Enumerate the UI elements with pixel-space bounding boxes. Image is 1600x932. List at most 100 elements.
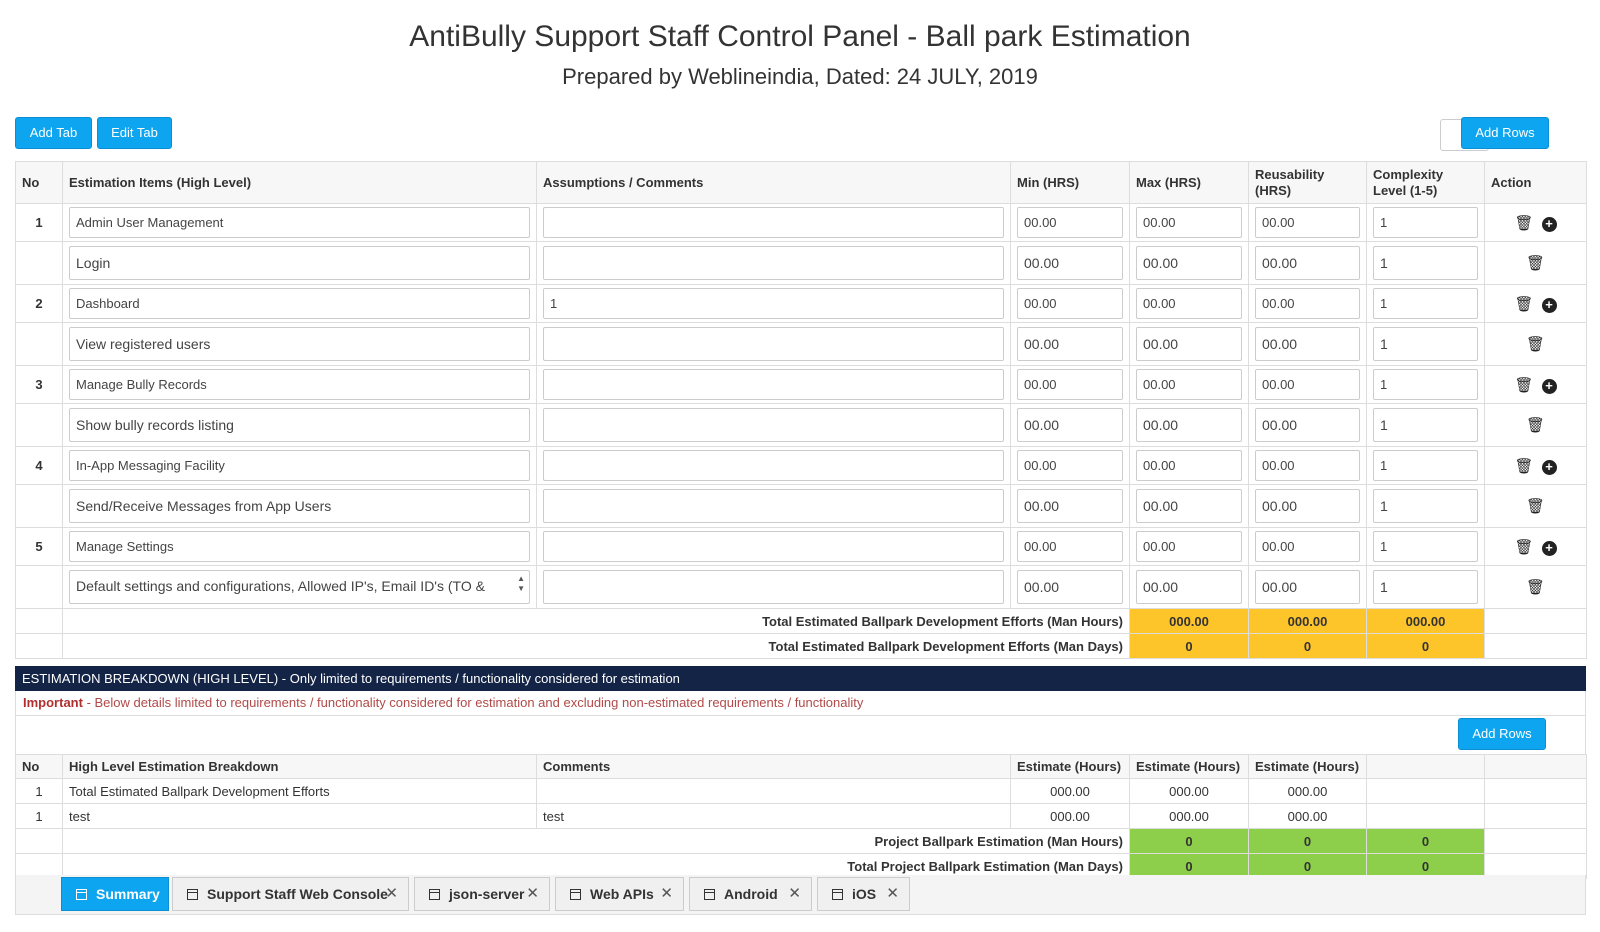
comment-input[interactable] — [543, 327, 1004, 361]
calendar-icon — [570, 889, 581, 900]
tab-web-apis[interactable]: Web APIs ✕ — [555, 877, 684, 911]
min-hours-input[interactable]: 00.00 — [1017, 489, 1123, 523]
estimation-item-input[interactable]: View registered users — [69, 327, 530, 361]
breakdown-add-rows-button[interactable]: Add Rows — [1458, 718, 1546, 750]
complexity-input[interactable]: 1 — [1373, 450, 1478, 481]
add-tab-button[interactable]: Add Tab — [15, 117, 92, 149]
reusability-input[interactable]: 00.00 — [1255, 207, 1360, 238]
reusability-input[interactable]: 00.00 — [1255, 531, 1360, 562]
comment-input[interactable] — [543, 570, 1004, 604]
max-hours-input[interactable]: 00.00 — [1136, 450, 1242, 481]
max-hours-input[interactable]: 00.00 — [1136, 531, 1242, 562]
textarea-scroll-icon[interactable]: ▲ ▼ — [517, 574, 525, 594]
max-hours-input[interactable]: 00.00 — [1136, 570, 1242, 604]
complexity-input[interactable]: 1 — [1373, 369, 1478, 400]
max-hours-input[interactable]: 00.00 — [1136, 369, 1242, 400]
reusability-input[interactable]: 00.00 — [1255, 570, 1360, 604]
max-hours-input[interactable]: 00.00 — [1136, 327, 1242, 361]
estimation-item-input[interactable]: Show bully records listing — [69, 408, 530, 442]
estimation-item-input[interactable]: In-App Messaging Facility — [69, 450, 530, 481]
estimation-item-input[interactable]: Login — [69, 246, 530, 280]
complexity-input[interactable]: 1 — [1373, 489, 1478, 523]
reusability-input[interactable]: 00.00 — [1255, 408, 1360, 442]
reusability-input[interactable]: 00.00 — [1255, 288, 1360, 319]
tab-label: Support Staff Web Console — [207, 886, 388, 902]
min-hours-input[interactable]: 00.00 — [1017, 246, 1123, 280]
close-icon[interactable]: ✕ — [660, 878, 673, 910]
comment-input[interactable] — [543, 531, 1004, 562]
trash-icon[interactable]: 🗑 — [1514, 295, 1533, 313]
complexity-input[interactable]: 1 — [1373, 570, 1478, 604]
reusability-input[interactable]: 00.00 — [1255, 489, 1360, 523]
trash-icon[interactable]: 🗑 — [1514, 376, 1533, 394]
estimation-subrow: Show bully records listing 00.00 00.00 00.0… — [15, 403, 1587, 447]
min-hours-input[interactable]: 00.00 — [1017, 369, 1123, 400]
trash-icon[interactable]: 🗑 — [1514, 538, 1533, 556]
close-icon[interactable]: ✕ — [385, 878, 398, 910]
min-hours-input[interactable]: 00.00 — [1017, 408, 1123, 442]
min-hours-input[interactable]: 00.00 — [1017, 450, 1123, 481]
trash-icon[interactable]: 🗑 — [1514, 214, 1533, 232]
comment-input[interactable] — [543, 207, 1004, 238]
reusability-input[interactable]: 00.00 — [1255, 246, 1360, 280]
plus-circle-icon[interactable]: + — [1541, 216, 1557, 232]
close-icon[interactable]: ✕ — [788, 878, 801, 910]
tab-android[interactable]: Android ✕ — [689, 877, 812, 911]
complexity-input[interactable]: 1 — [1373, 288, 1478, 319]
estimation-header-row: No Estimation Items (High Level) Assumpt… — [15, 161, 1587, 204]
complexity-input[interactable]: 1 — [1373, 327, 1478, 361]
reusability-input[interactable]: 00.00 — [1255, 327, 1360, 361]
comment-input[interactable] — [543, 369, 1004, 400]
max-hours-input[interactable]: 00.00 — [1136, 288, 1242, 319]
bd-estimate-2: 000.00 — [1129, 803, 1249, 829]
reusability-input[interactable]: 00.00 — [1255, 369, 1360, 400]
comment-input[interactable] — [543, 246, 1004, 280]
trash-icon[interactable]: 🗑 — [1526, 254, 1545, 272]
total-min-hours: 000.00 — [1129, 608, 1249, 634]
min-hours-input[interactable]: 00.00 — [1017, 327, 1123, 361]
tab-json-server[interactable]: json-server ✕ — [414, 877, 550, 911]
max-hours-input[interactable]: 00.00 — [1136, 207, 1242, 238]
plus-circle-icon[interactable]: + — [1541, 297, 1557, 313]
tab-ios[interactable]: iOS ✕ — [817, 877, 910, 911]
comment-input[interactable]: 1 — [543, 288, 1004, 319]
min-hours-input[interactable]: 00.00 — [1017, 207, 1123, 238]
estimation-item-input[interactable]: Manage Settings — [69, 531, 530, 562]
row-actions: 🗑 — [1484, 241, 1587, 285]
min-hours-input[interactable]: 00.00 — [1017, 531, 1123, 562]
complexity-input[interactable]: 1 — [1373, 246, 1478, 280]
complexity-input[interactable]: 1 — [1373, 207, 1478, 238]
trash-icon[interactable]: 🗑 — [1526, 497, 1545, 515]
estimation-item-input[interactable]: Send/Receive Messages from App Users — [69, 489, 530, 523]
plus-circle-icon[interactable]: + — [1541, 540, 1557, 556]
bd-estimate-1: 000.00 — [1010, 778, 1130, 804]
comment-input[interactable] — [543, 489, 1004, 523]
trash-icon[interactable]: 🗑 — [1526, 416, 1545, 434]
edit-tab-button[interactable]: Edit Tab — [97, 117, 172, 149]
reusability-input[interactable]: 00.00 — [1255, 450, 1360, 481]
trash-icon[interactable]: 🗑 — [1526, 335, 1545, 353]
plus-circle-icon[interactable]: + — [1541, 378, 1557, 394]
max-hours-input[interactable]: 00.00 — [1136, 246, 1242, 280]
comment-input[interactable] — [543, 450, 1004, 481]
close-icon[interactable]: ✕ — [526, 878, 539, 910]
plus-circle-icon[interactable]: + — [1541, 459, 1557, 475]
max-hours-input[interactable]: 00.00 — [1136, 408, 1242, 442]
estimation-item-input[interactable]: Manage Bully Records — [69, 369, 530, 400]
trash-icon[interactable]: 🗑 — [1514, 457, 1533, 475]
estimation-item-input[interactable]: Admin User Management — [69, 207, 530, 238]
min-hours-input[interactable]: 00.00 — [1017, 288, 1123, 319]
close-icon[interactable]: ✕ — [886, 878, 899, 910]
comment-input[interactable] — [543, 408, 1004, 442]
complexity-input[interactable]: 1 — [1373, 408, 1478, 442]
add-rows-button[interactable]: Add Rows — [1461, 117, 1549, 149]
project-hours-2: 0 — [1248, 828, 1367, 854]
complexity-input[interactable]: 1 — [1373, 531, 1478, 562]
estimation-item-input[interactable]: Dashboard — [69, 288, 530, 319]
min-hours-input[interactable]: 00.00 — [1017, 570, 1123, 604]
tab-summary[interactable]: Summary — [61, 877, 169, 911]
max-hours-input[interactable]: 00.00 — [1136, 489, 1242, 523]
tab-support-staff-web-console[interactable]: Support Staff Web Console ✕ — [172, 877, 409, 911]
trash-icon[interactable]: 🗑 — [1526, 578, 1545, 596]
estimation-item-input[interactable]: Default settings and configurations, All… — [69, 570, 530, 604]
